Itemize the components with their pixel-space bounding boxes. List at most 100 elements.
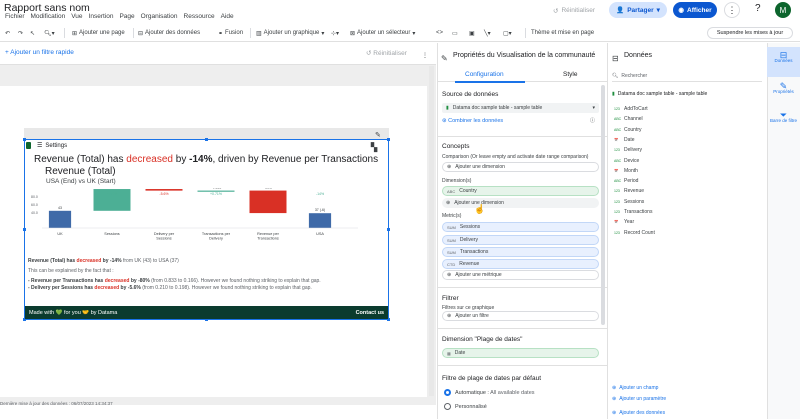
view-button[interactable]: ◉ Afficher	[673, 2, 717, 18]
menu-ressource[interactable]: Ressource	[181, 13, 218, 20]
field-label: Period	[624, 178, 639, 185]
text-icon[interactable]: ▭	[452, 27, 458, 39]
x-category-label: Sessions	[104, 232, 120, 236]
field-type-icon: 123	[614, 189, 620, 194]
field-item[interactable]: 123 Revenue	[614, 188, 644, 194]
field-item[interactable]: 123 AddToCart	[614, 106, 648, 112]
tab-style[interactable]: Style	[563, 71, 577, 78]
field-item[interactable]: 123 Record Count	[614, 230, 655, 236]
rail-properties-button[interactable]: ✎ Propriétés	[767, 82, 800, 110]
resize-handle[interactable]	[387, 228, 390, 231]
image-icon[interactable]: ▣	[469, 27, 475, 39]
metric-chip-delivery[interactable]: SUM Delivery	[442, 235, 599, 245]
more-options-button[interactable]: ⋮	[724, 2, 740, 18]
add-circle-icon: ⊕	[446, 200, 451, 206]
field-item[interactable]: 123 Delivery	[614, 147, 642, 153]
field-item[interactable]: ABC Period	[614, 178, 638, 184]
contact-us-link[interactable]: Contact us	[356, 310, 384, 316]
data-source-item[interactable]: ▮ Datama doc sample table - sample table	[612, 91, 707, 97]
field-type-icon: 📅	[614, 168, 619, 173]
share-button[interactable]: 👤 Partager ▾	[609, 2, 667, 18]
x-category-label: Revenue per	[257, 232, 279, 236]
add-field-link[interactable]: ⊕ Ajouter un champ	[612, 385, 658, 391]
add-dimension-button[interactable]: ⊕ Ajouter une dimension	[442, 198, 599, 208]
resize-handle[interactable]	[387, 138, 390, 141]
add-data-link[interactable]: ⊕ Ajouter des données	[612, 410, 665, 416]
reset-button[interactable]: ↺ Réinitialiser	[553, 3, 603, 18]
field-label: Year	[624, 219, 635, 226]
x-category-label: UK	[57, 232, 63, 236]
tab-configuration[interactable]: Configuration	[465, 71, 504, 78]
resize-handle[interactable]	[205, 138, 208, 141]
add-page-button[interactable]: ⊞ Ajouter une page	[72, 27, 125, 39]
field-item[interactable]: 📅 Date	[614, 137, 635, 143]
menu-aide[interactable]: Aide	[218, 13, 237, 20]
date-dimension-heading: Dimension "Plage de dates"	[442, 336, 523, 343]
theme-button[interactable]: Thème et mise en page	[531, 27, 594, 39]
field-item[interactable]: ABC Channel	[614, 116, 643, 122]
field-item[interactable]: 📅 Year	[614, 219, 634, 225]
metric-chip-revenue[interactable]: CTD Revenue	[442, 259, 599, 269]
radio-automatic[interactable]	[444, 389, 451, 396]
field-item[interactable]: ABC Country	[614, 127, 642, 133]
rail-data-button[interactable]: ⊟ Données	[767, 47, 800, 77]
suspend-updates-button[interactable]: Suspendre les mises à jour	[707, 27, 793, 39]
blend-data-link[interactable]: ⊛ Combiner les données	[442, 118, 503, 124]
menu-fichier[interactable]: Fichier	[2, 13, 28, 20]
x-category-label: Transactions per	[202, 232, 231, 236]
menu-organisation[interactable]: Organisation	[138, 13, 181, 20]
radio-custom[interactable]	[444, 403, 451, 410]
menu-vue[interactable]: Vue	[68, 13, 85, 20]
resize-handle[interactable]	[23, 228, 26, 231]
field-item[interactable]: ABC Device	[614, 158, 639, 164]
add-selector-button[interactable]: ⊠ Ajouter un sélecteur ▾	[350, 27, 415, 39]
date-dimension-chip[interactable]: ▦ Date	[442, 348, 599, 358]
shape-icon[interactable]: ▢▾	[503, 27, 512, 39]
help-icon[interactable]: ?	[755, 3, 761, 14]
menu-insertion[interactable]: Insertion	[86, 13, 117, 20]
concepts-heading: Concepts	[442, 143, 470, 150]
avatar[interactable]: M	[775, 2, 791, 18]
more-vert-icon[interactable]: ⋮	[422, 49, 428, 61]
add-comparison-dimension-button[interactable]: ⊕ Ajouter une dimension	[442, 162, 599, 172]
add-data-button[interactable]: ⊟ Ajouter des données	[138, 27, 200, 39]
menu-page[interactable]: Page	[116, 13, 137, 20]
field-search-input[interactable]: 🔍︎ Rechercher	[612, 70, 762, 82]
field-label: AddToCart	[624, 106, 648, 112]
zoom-icon[interactable]: 🔍︎▾	[44, 27, 55, 39]
widget-title: Revenue (Total) has decreased by -14%, d…	[34, 154, 379, 165]
reset-filters-button[interactable]: ↺ Réinitialiser	[366, 49, 407, 57]
bar-value-label: 43	[58, 206, 62, 210]
properties-scrollbar[interactable]	[601, 85, 605, 325]
rail-filter-bar-button[interactable]: ⏷ Barre de filtre	[767, 111, 800, 139]
waterfall-chart: 80.060.040.043UK+54.4+260%Sessions-3.95-…	[31, 188, 358, 241]
metric-chip-sessions[interactable]: SUM Sessions	[442, 222, 599, 232]
settings-button[interactable]: ☰ Settings	[37, 142, 67, 150]
merge-button[interactable]: ⚭ Fusion	[218, 27, 243, 39]
field-item[interactable]: 📅 Month	[614, 168, 638, 174]
embed-icon[interactable]: <>	[436, 27, 443, 39]
add-parameter-link[interactable]: ⊕ Ajouter un paramètre	[612, 396, 666, 402]
undo-icon[interactable]: ↶	[5, 27, 10, 39]
community-viz-icon[interactable]: ⊹▾	[331, 27, 339, 39]
resize-handle[interactable]	[23, 138, 26, 141]
canvas-scrollbar[interactable]	[429, 66, 434, 396]
add-metric-button[interactable]: ⊕ Ajouter une métrique	[442, 270, 599, 280]
metric-chip-transactions[interactable]: SUM Transactions	[442, 247, 599, 257]
add-chart-button[interactable]: ▥ Ajouter un graphique ▾	[256, 27, 324, 39]
custom-label: Personnalisé	[455, 404, 487, 410]
add-filter-button[interactable]: ⊕ Ajouter un filtre	[442, 311, 599, 321]
pointer-icon[interactable]: ↖	[30, 27, 35, 39]
chevron-down-icon: ▾	[412, 30, 416, 37]
sheets-icon: ▮	[446, 105, 449, 111]
add-quick-filter-button[interactable]: + Ajouter un filtre rapide	[5, 49, 74, 56]
data-source-select[interactable]: ▮ Datama doc sample table - sample table ▾	[442, 103, 599, 113]
help-icon[interactable]: ⓘ	[590, 117, 595, 124]
line-icon[interactable]: ╲▾	[484, 27, 491, 39]
field-item[interactable]: 123 Transactions	[614, 209, 652, 215]
dimension-chip-country[interactable]: ABC Country	[442, 186, 599, 196]
field-item[interactable]: 123 Sessions	[614, 199, 644, 205]
field-type-icon: 📅	[614, 137, 619, 142]
redo-icon[interactable]: ↷	[18, 27, 23, 39]
menu-modification[interactable]: Modification	[28, 13, 69, 20]
